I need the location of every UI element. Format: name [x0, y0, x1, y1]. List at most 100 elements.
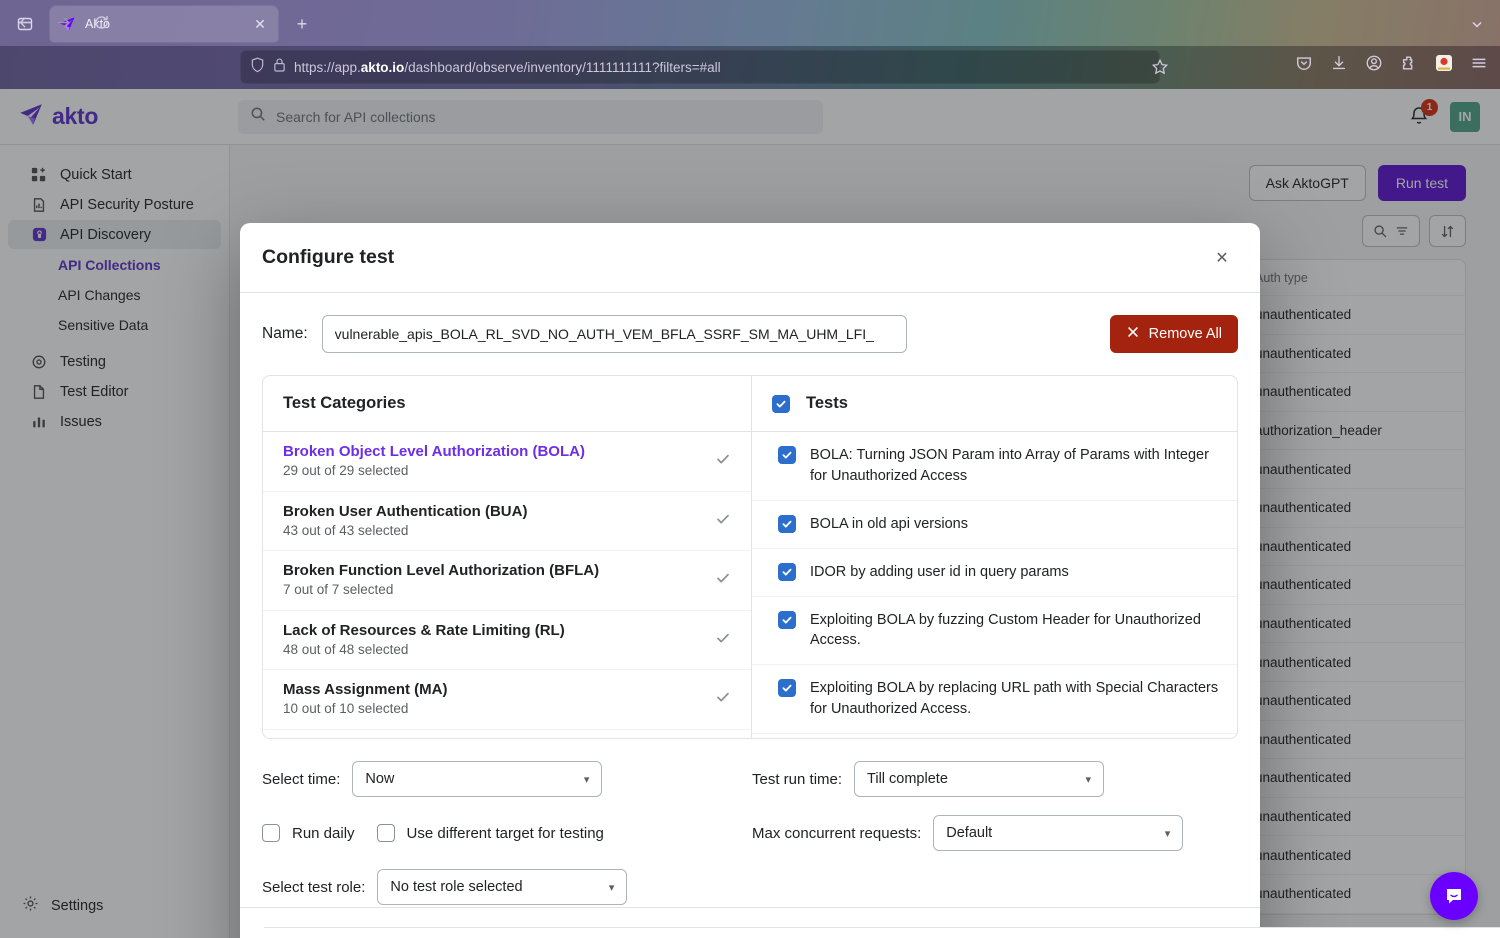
- akto-app: akto 1 IN Quick Start API: [0, 89, 1500, 938]
- test-row[interactable]: Exploiting BOLA by fuzzing Custom Header…: [752, 597, 1237, 666]
- hamburger-menu-icon[interactable]: [1468, 52, 1490, 74]
- category-row[interactable]: Mass Assignment (MA) 10 out of 10 selecte…: [263, 670, 751, 730]
- selection-panels: Test Categories Broken Object Level Auth…: [262, 375, 1238, 739]
- test-run-time-dropdown[interactable]: Till complete ▾: [854, 761, 1105, 797]
- check-icon[interactable]: [715, 511, 731, 531]
- category-name: Broken Object Level Authorization (BOLA): [283, 443, 585, 461]
- pocket-icon[interactable]: [1293, 52, 1315, 74]
- chevron-down-icon[interactable]: [1466, 13, 1488, 35]
- chevron-down-icon: ▾: [1164, 827, 1171, 840]
- tests-header-label: Tests: [806, 394, 848, 412]
- select-test-role-label: Select test role:: [262, 878, 366, 896]
- account-icon[interactable]: [1363, 52, 1385, 74]
- test-label: BOLA in old api versions: [810, 515, 968, 532]
- reload-icon[interactable]: [88, 9, 114, 35]
- test-run-time-group: Test run time: Till complete ▾: [752, 761, 1238, 797]
- use-different-target-label: Use different target for testing: [406, 824, 604, 842]
- extension-color-icon[interactable]: [1433, 52, 1455, 74]
- check-icon[interactable]: [715, 451, 731, 471]
- tests-panel: Tests BOLA: Turning JSON Param into Arra…: [752, 376, 1237, 738]
- select-time-dropdown[interactable]: Now ▾: [352, 761, 603, 797]
- chat-bubble-icon[interactable]: [1430, 872, 1478, 920]
- max-concurrent-group: Max concurrent requests: Default ▾: [752, 815, 1238, 851]
- modal-header: Configure test ✕: [240, 223, 1260, 293]
- categories-panel: Test Categories Broken Object Level Auth…: [263, 376, 752, 738]
- category-subtitle: 29 out of 29 selected: [283, 463, 409, 479]
- checkbox-group: Run daily Use different target for testi…: [262, 824, 752, 842]
- forward-arrow-icon[interactable]: [50, 9, 76, 35]
- tests-list: BOLA: Turning JSON Param into Array of P…: [752, 432, 1237, 734]
- star-icon[interactable]: [1150, 57, 1170, 77]
- test-label: BOLA: Turning JSON Param into Array of P…: [810, 447, 1209, 484]
- configure-test-modal: Configure test ✕ Name: Remove All Test C…: [240, 223, 1260, 938]
- test-checkbox[interactable]: [778, 562, 796, 581]
- test-row[interactable]: BOLA in old api versions: [752, 501, 1237, 549]
- test-checkbox[interactable]: [778, 446, 796, 464]
- remove-all-button[interactable]: Remove All: [1109, 315, 1238, 353]
- check-icon[interactable]: [715, 630, 731, 650]
- back-arrow-icon[interactable]: [12, 9, 38, 35]
- categories-list: Broken Object Level Authorization (BOLA)…: [263, 432, 751, 730]
- url-bar[interactable]: https://app.akto.io/dashboard/observe/in…: [240, 50, 1160, 84]
- max-concurrent-dropdown[interactable]: Default ▾: [933, 815, 1184, 851]
- close-icon[interactable]: ✕: [1208, 244, 1236, 272]
- test-row[interactable]: BOLA: Turning JSON Param into Array of P…: [752, 432, 1237, 501]
- name-label: Name:: [262, 325, 308, 342]
- select-time-value: Now: [365, 771, 395, 787]
- tests-header: Tests: [752, 376, 1237, 432]
- category-row[interactable]: Broken Object Level Authorization (BOLA)…: [263, 432, 751, 492]
- test-label: Exploiting BOLA by fuzzing Custom Header…: [810, 611, 1201, 649]
- category-name: Broken Function Level Authorization (BFL…: [283, 562, 600, 580]
- close-icon[interactable]: ✕: [250, 14, 270, 34]
- test-checkbox[interactable]: [778, 610, 796, 629]
- max-concurrent-label: Max concurrent requests:: [752, 824, 922, 842]
- options-row-2: Run daily Use different target for testi…: [262, 815, 1238, 851]
- x-icon: [1126, 325, 1140, 343]
- browser-toolbar-icons: [1293, 52, 1490, 74]
- extensions-icon[interactable]: [1398, 52, 1420, 74]
- category-subtitle: 10 out of 10 selected: [283, 701, 409, 717]
- use-different-target-checkbox[interactable]: [376, 824, 395, 842]
- modal-title: Configure test: [262, 246, 395, 268]
- test-checkbox[interactable]: [778, 679, 796, 698]
- padlock-icon[interactable]: [273, 57, 286, 78]
- test-label: Exploiting BOLA by replacing URL path wi…: [810, 680, 1219, 718]
- name-row: Name: Remove All: [262, 315, 1238, 353]
- category-subtitle: 7 out of 7 selected: [283, 582, 394, 598]
- modal-body: Name: Remove All Test Categories Broken …: [240, 293, 1260, 907]
- select-test-role-dropdown[interactable]: No test role selected ▾: [377, 869, 628, 905]
- options-row-1: Select time: Now ▾ Test run time: Till c…: [262, 761, 1238, 797]
- run-daily-checkbox[interactable]: [262, 824, 280, 842]
- check-icon[interactable]: [715, 570, 731, 590]
- tab-strip: Akto ✕ +: [0, 0, 1500, 46]
- browser-tab[interactable]: Akto ✕: [50, 6, 278, 42]
- category-subtitle: 48 out of 48 selected: [283, 641, 409, 657]
- table-row[interactable]: POST/api/college/update-user 2 sampl-akt…: [264, 927, 1500, 938]
- test-row[interactable]: Exploiting BOLA by replacing URL path wi…: [752, 665, 1237, 734]
- category-name: Broken User Authentication (BUA): [283, 502, 528, 520]
- select-test-role-value: No test role selected: [390, 879, 523, 895]
- category-name: Lack of Resources & Rate Limiting (RL): [283, 621, 565, 639]
- select-time-group: Select time: Now ▾: [262, 761, 752, 797]
- category-row[interactable]: Lack of Resources & Rate Limiting (RL) 48…: [263, 611, 751, 670]
- test-checkbox[interactable]: [778, 514, 796, 533]
- category-name: Mass Assignment (MA): [283, 681, 448, 699]
- test-run-time-value: Till complete: [867, 771, 948, 787]
- category-subtitle: 43 out of 43 selected: [283, 522, 409, 538]
- test-options: Select time: Now ▾ Test run time: Till c…: [262, 761, 1238, 905]
- select-test-role-group: Select test role: No test role selected …: [262, 869, 1238, 905]
- chevron-down-icon: ▾: [583, 773, 590, 786]
- test-name-input[interactable]: [321, 315, 907, 353]
- select-all-tests-checkbox[interactable]: [772, 395, 790, 413]
- category-row[interactable]: Broken Function Level Authorization (BFL…: [263, 551, 751, 611]
- shield-icon[interactable]: [250, 57, 265, 78]
- test-row[interactable]: IDOR by adding user id in query params: [752, 549, 1237, 597]
- download-icon[interactable]: [1328, 52, 1350, 74]
- category-row[interactable]: Broken User Authentication (BUA) 43 out o…: [263, 492, 751, 551]
- chevron-down-icon: ▾: [608, 881, 615, 894]
- new-tab-button[interactable]: +: [290, 12, 314, 36]
- url-text: https://app.akto.io/dashboard/observe/in…: [294, 59, 721, 75]
- check-icon[interactable]: [715, 689, 731, 709]
- chevron-down-icon: ▾: [1085, 773, 1092, 786]
- categories-header: Test Categories: [263, 376, 751, 432]
